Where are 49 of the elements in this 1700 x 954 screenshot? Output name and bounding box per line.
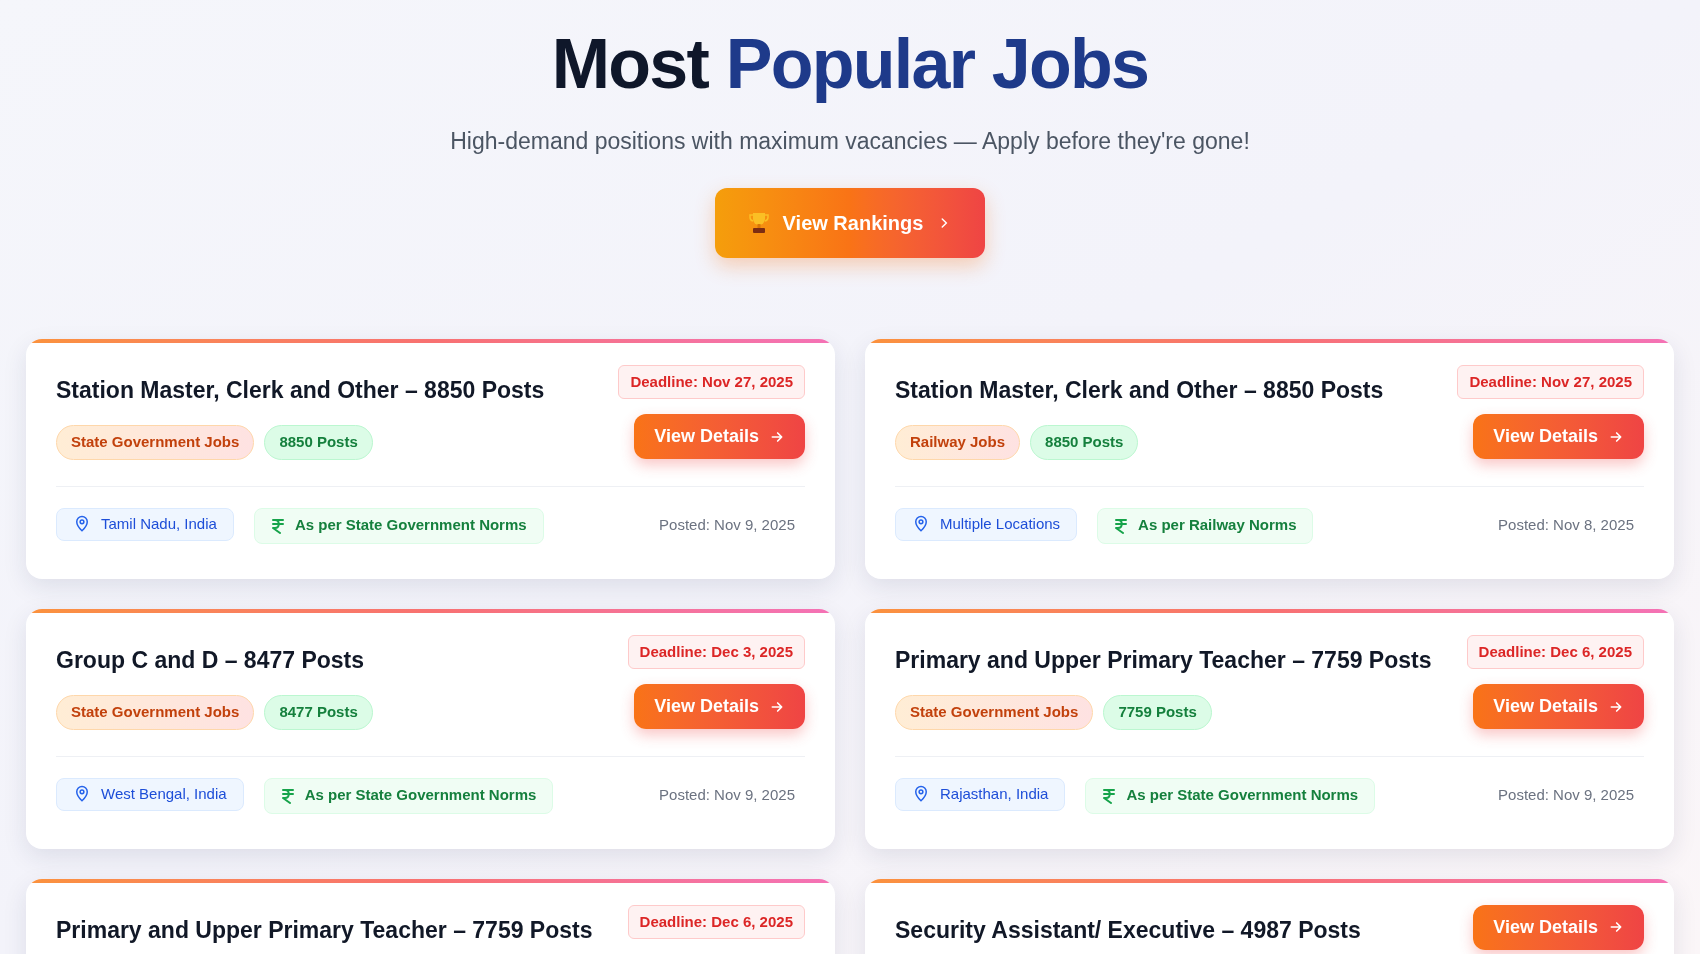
- page-title: Most Popular Jobs: [551, 24, 1149, 105]
- salary-tag: As per State Government Norms: [253, 507, 544, 544]
- category-tag: Railway Jobs: [895, 425, 1021, 460]
- view-rankings-button[interactable]: View Rankings: [714, 187, 986, 258]
- location-tag: Tamil Nadu, India: [56, 507, 234, 541]
- job-title: Group C and D – 8477 Posts: [56, 645, 366, 675]
- posts-tag: 8850 Posts: [264, 425, 373, 460]
- category-tag: State Government Jobs: [56, 425, 255, 460]
- view-details-button[interactable]: View Details: [1473, 684, 1644, 729]
- deadline-badge: Deadline: Nov 27, 2025: [618, 364, 805, 399]
- view-details-button[interactable]: View Details: [1473, 904, 1644, 950]
- trophy-icon: [748, 211, 769, 234]
- deadline-badge: Deadline: Dec 6, 2025: [627, 904, 805, 939]
- salary-tag: As per State Government Norms: [1085, 777, 1376, 814]
- job-title: Primary and Upper Primary Teacher – 7759 Posts: [56, 915, 593, 945]
- posted-date: Posted: Nov 9, 2025: [659, 515, 796, 536]
- job-title: Primary and Upper Primary Teacher – 7759 Posts: [895, 645, 1432, 675]
- job-title: Security Assistant/ Executive – 4987 Posts: [895, 915, 1361, 945]
- view-details-button[interactable]: View Details: [634, 414, 805, 459]
- rupee-icon: [270, 517, 285, 534]
- map-pin-icon: [73, 515, 91, 533]
- salary-tag: As per Railway Norms: [1097, 507, 1314, 544]
- location-tag: Multiple Locations: [895, 507, 1078, 541]
- deadline-badge: Deadline: Dec 6, 2025: [1466, 634, 1644, 669]
- posted-date: Posted: Nov 9, 2025: [659, 785, 796, 806]
- job-title: Station Master, Clerk and Other – 8850 Posts: [895, 375, 1384, 405]
- deadline-badge: Deadline: Dec 3, 2025: [627, 634, 805, 669]
- category-tag: State Government Jobs: [56, 695, 255, 730]
- posted-date: Posted: Nov 8, 2025: [1498, 515, 1635, 536]
- location-tag: Rajasthan, India: [895, 777, 1066, 811]
- posts-tag: 8477 Posts: [264, 695, 373, 730]
- deadline-badge: Deadline: Nov 27, 2025: [1457, 364, 1644, 399]
- rupee-icon: [280, 787, 295, 804]
- salary-tag: As per State Government Norms: [263, 777, 554, 814]
- map-pin-icon: [912, 515, 930, 533]
- rupee-icon: [1114, 517, 1129, 534]
- rupee-icon: [1102, 787, 1117, 804]
- arrow-right-icon: [1608, 919, 1624, 935]
- category-tag: State Government Jobs: [895, 695, 1094, 730]
- page-subtitle: High-demand positions with maximum vacancies — Apply before they're gone!: [450, 127, 1250, 156]
- map-pin-icon: [73, 785, 91, 803]
- posted-date: Posted: Nov 9, 2025: [1498, 785, 1635, 806]
- view-details-button[interactable]: View Details: [1473, 414, 1644, 459]
- location-tag: West Bengal, India: [56, 777, 244, 811]
- posts-tag: 8850 Posts: [1030, 425, 1139, 460]
- view-details-button[interactable]: View Details: [634, 684, 805, 729]
- job-title: Station Master, Clerk and Other – 8850 Posts: [56, 375, 545, 405]
- posts-tag: 7759 Posts: [1103, 695, 1212, 730]
- map-pin-icon: [912, 785, 930, 803]
